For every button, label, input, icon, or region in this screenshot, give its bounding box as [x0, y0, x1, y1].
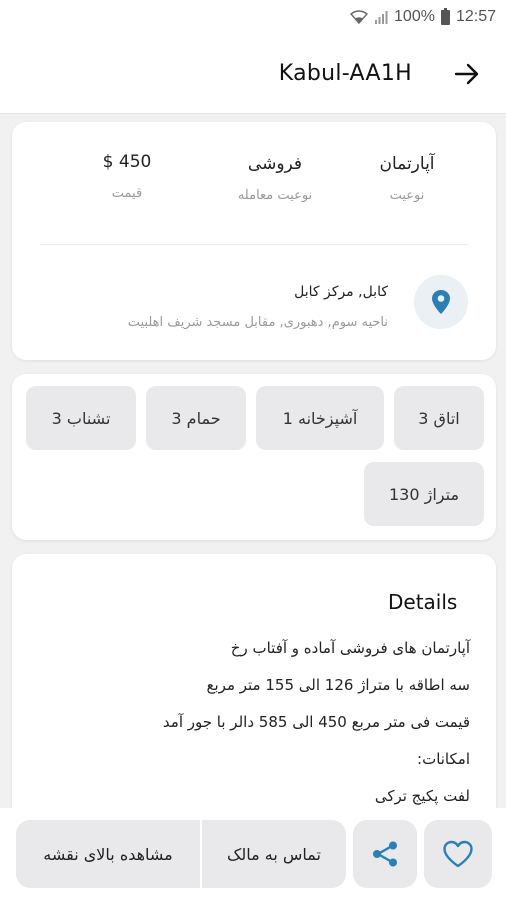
divider	[40, 244, 468, 245]
location-title: کابل, مرکز کابل	[294, 284, 388, 300]
price-value: $ 450	[102, 152, 152, 172]
property-type-label: نوعیت	[389, 188, 425, 203]
view-on-map-button[interactable]: مشاهده بالای نقشه	[16, 820, 200, 888]
favorite-button[interactable]	[424, 820, 492, 888]
bottom-action-bar: مشاهده بالای نقشه تماس به مالک	[0, 808, 506, 900]
page-title: Kabul-AA1H	[278, 61, 412, 86]
heart-icon	[443, 840, 473, 868]
property-type-value: آپارتمان	[379, 154, 435, 174]
clock: 12:57	[455, 8, 496, 25]
details-card: Details آپارتمان های فروشی آماده و آفتاب…	[12, 554, 496, 824]
location-button[interactable]	[414, 275, 468, 329]
app-bar: Kabul-AA1H	[0, 34, 506, 114]
contact-owner-button[interactable]: تماس به مالک	[202, 820, 346, 888]
bathroom-chip: حمام 3	[146, 386, 246, 450]
wifi-icon	[350, 10, 369, 24]
property-type: آپارتمان نوعیت	[342, 154, 472, 203]
deal-type-value: فروشی	[247, 154, 303, 174]
arrow-right-icon	[454, 63, 479, 84]
battery-percent: 100%	[394, 8, 435, 25]
rooms-chip: اتاق 3	[394, 386, 484, 450]
back-button[interactable]	[452, 59, 482, 89]
toilet-chip: تشناب 3	[26, 386, 136, 450]
share-icon	[373, 841, 397, 867]
details-heading: Details	[388, 590, 458, 614]
deal-type-label: نوعیت معامله	[237, 188, 313, 203]
signal-icon	[375, 11, 388, 24]
battery-icon	[440, 7, 450, 25]
area-chip: متراژ 130	[364, 462, 484, 526]
description-line: امکانات:	[417, 750, 470, 768]
share-button[interactable]	[353, 820, 417, 888]
description-line: قیمت فی متر مربع 450 الی 585 دالر با جور…	[162, 713, 470, 731]
details-description: آپارتمان های فروشی آماده و آفتاب رخ سه ا…	[30, 630, 470, 815]
summary-card: آپارتمان نوعیت فروشی نوعیت معامله $ 450 …	[12, 122, 496, 360]
kitchen-chip: آشپزخانه 1	[256, 386, 384, 450]
deal-type: فروشی نوعیت معامله	[210, 154, 340, 203]
map-pin-icon	[432, 290, 450, 314]
price-label: قیمت	[111, 186, 143, 201]
description-line: سه اطاقه با متراژ 126 الی 155 متر مربع	[206, 676, 470, 694]
location-address: ناحیه سوم, دهبوری, مقابل مسجد شریف اهلبی…	[127, 315, 388, 330]
description-line: آپارتمان های فروشی آماده و آفتاب رخ	[230, 639, 470, 657]
features-card: اتاق 3 آشپزخانه 1 حمام 3 تشناب 3 متراژ 1…	[12, 374, 496, 540]
status-bar: 100% 12:57	[0, 0, 506, 34]
price: $ 450 قیمت	[62, 152, 192, 201]
